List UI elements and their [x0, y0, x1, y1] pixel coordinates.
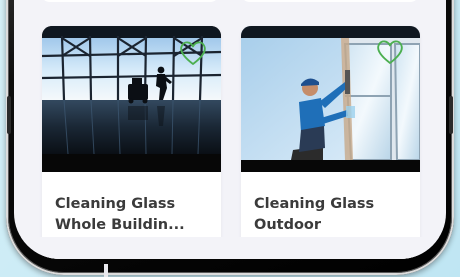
heart-outline-icon[interactable] — [375, 38, 405, 66]
product-title[interactable]: Cleaning Glass Whole Buildin... — [55, 194, 205, 236]
screen-reflection-tick — [104, 264, 108, 277]
phone-side-button-left — [7, 96, 11, 134]
heart-outline-icon[interactable] — [178, 39, 208, 67]
product-card[interactable]: Cleaning Glass Whole Buildin... — [42, 26, 221, 259]
previous-row-card-left[interactable] — [40, 0, 220, 2]
phone-side-button-right — [449, 96, 453, 134]
product-image[interactable] — [241, 26, 420, 172]
previous-row-card-right[interactable] — [240, 0, 420, 2]
product-card[interactable]: Cleaning Glass Outdoor — [241, 26, 420, 259]
app-screen: Cleaning Glass Whole Buildin... Cleaning… — [14, 0, 446, 259]
screen-bottom-edge — [14, 237, 446, 259]
product-image[interactable] — [42, 26, 221, 172]
product-title[interactable]: Cleaning Glass Outdoor — [254, 194, 404, 236]
